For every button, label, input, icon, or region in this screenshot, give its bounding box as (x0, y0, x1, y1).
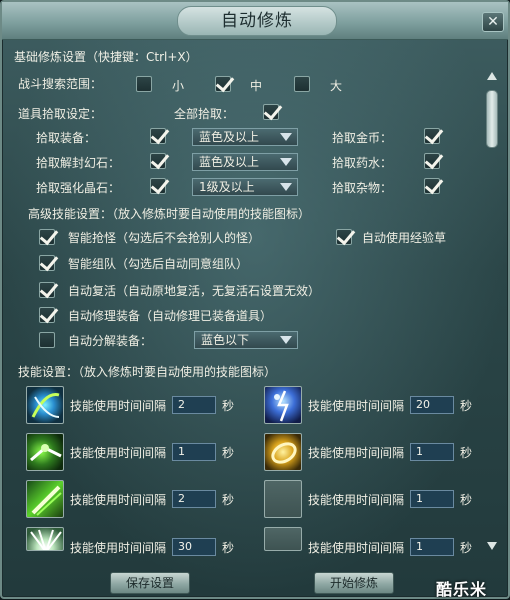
skill-settings-heading: 技能设置：（放入修炼时要自动使用的技能图标） (18, 365, 277, 379)
skill-interval-input[interactable]: 1 (410, 490, 454, 508)
dropdown-arrow-icon (280, 158, 292, 166)
auto-revive-checkbox[interactable] (39, 282, 55, 298)
claw-strike-skill-art (30, 444, 62, 462)
auto-revive-label: 自动复活（自动原地复活，无复活石设置无效） (68, 284, 321, 298)
skill-interval-label: 技能使用时间间隔 (70, 541, 167, 555)
pickup-all-label: 全部拾取： (174, 107, 235, 121)
search-range-label: 战斗搜索范围： (18, 77, 103, 91)
auto-exp-herb-checkbox[interactable] (336, 229, 352, 245)
pickup-crystal-checkbox[interactable] (150, 178, 166, 194)
window-title: 自动修炼 (177, 6, 337, 36)
range-medium-checkbox[interactable] (215, 76, 231, 92)
range-medium-label: 中 (250, 79, 263, 93)
scroll-up-arrow-icon[interactable] (487, 72, 497, 80)
dropdown-value: 1级及以上 (199, 180, 255, 194)
skill-interval-label: 技能使用时间间隔 (308, 541, 405, 555)
smart-grab-checkbox[interactable] (39, 229, 55, 245)
save-settings-button[interactable]: 保存设置 (110, 572, 190, 594)
seconds-unit: 秒 (460, 399, 473, 413)
pickup-unseal-stone-label: 拾取解封幻石： (36, 156, 121, 170)
pickup-misc-label: 拾取杂物： (332, 181, 393, 195)
scroll-down-arrow-icon[interactable] (487, 542, 497, 550)
site-watermark: 酷乐米 (436, 580, 488, 599)
dropdown-arrow-icon (280, 183, 292, 191)
seconds-unit: 秒 (222, 541, 235, 555)
auto-exp-herb-label: 自动使用经验草 (362, 231, 447, 245)
seconds-unit: 秒 (460, 446, 473, 460)
dropdown-arrow-icon (280, 336, 292, 344)
range-large-label: 大 (330, 79, 343, 93)
auto-repair-label: 自动修理装备（自动修理已装备道具） (68, 309, 273, 323)
scrollbar-thumb[interactable] (486, 90, 498, 148)
pickup-all-checkbox[interactable] (263, 104, 279, 120)
wind-blade-skill-icon[interactable] (26, 386, 64, 424)
seconds-unit: 秒 (222, 399, 235, 413)
dropdown-value: 蓝色及以上 (199, 130, 260, 144)
range-small-checkbox[interactable] (136, 76, 152, 92)
advanced-settings-heading: 高级技能设置：（放入修炼时要自动使用的技能图标） (28, 207, 311, 221)
seconds-unit: 秒 (222, 446, 235, 460)
skill-interval-label: 技能使用时间间隔 (308, 399, 405, 413)
skill-interval-label: 技能使用时间间隔 (70, 493, 167, 507)
skill-interval-label: 技能使用时间间隔 (308, 446, 405, 460)
skill-interval-input[interactable]: 2 (172, 396, 216, 414)
skill-interval-label: 技能使用时间间隔 (70, 446, 167, 460)
skill-interval-label: 技能使用时间间隔 (308, 493, 405, 507)
skill-interval-input[interactable]: 20 (410, 396, 454, 414)
auto-cultivate-window: 自动修炼 ✕ 基础修炼设置（快捷键：Ctrl+X） 战斗搜索范围： 小 中 大 … (0, 0, 510, 599)
skill-interval-input[interactable]: 30 (172, 538, 216, 556)
pickup-gold-label: 拾取金币： (332, 131, 393, 145)
skill-interval-input[interactable]: 1 (410, 538, 454, 556)
skill-interval-input[interactable]: 1 (172, 443, 216, 461)
skill-interval-input[interactable]: 1 (410, 443, 454, 461)
smart-team-checkbox[interactable] (39, 255, 55, 271)
smart-grab-label: 智能抢怪（勾选后不会抢别人的怪） (68, 231, 261, 245)
pickup-equip-quality-dropdown[interactable]: 蓝色及以上 (192, 128, 298, 146)
pickup-potion-label: 拾取药水： (332, 156, 393, 170)
golden-ring-skill-icon[interactable] (264, 433, 302, 471)
decompose-quality-dropdown[interactable]: 蓝色以下 (194, 331, 298, 349)
auto-decompose-checkbox[interactable] (39, 332, 55, 348)
pickup-crystal-level-dropdown[interactable]: 1级及以上 (192, 178, 298, 196)
fan-spread-skill-icon[interactable] (26, 527, 64, 551)
auto-repair-checkbox[interactable] (39, 307, 55, 323)
pickup-equip-label: 拾取装备： (36, 131, 97, 145)
claw-strike-skill-icon[interactable] (26, 433, 64, 471)
seconds-unit: 秒 (460, 493, 473, 507)
seconds-unit: 秒 (460, 541, 473, 555)
green-slash-skill-icon[interactable] (26, 480, 64, 518)
close-button[interactable]: ✕ (482, 12, 504, 32)
green-slash-skill-art (31, 485, 62, 516)
empty-skill-slot[interactable] (264, 527, 302, 551)
range-small-label: 小 (172, 79, 185, 93)
dropdown-arrow-icon (280, 133, 292, 141)
pickup-misc-checkbox[interactable] (424, 178, 440, 194)
pickup-crystal-label: 拾取强化晶石： (36, 181, 121, 195)
dropdown-value: 蓝色以下 (201, 333, 250, 347)
skill-interval-label: 技能使用时间间隔 (70, 399, 167, 413)
lightning-warrior-skill-icon[interactable] (264, 386, 302, 424)
basic-settings-heading: 基础修炼设置（快捷键：Ctrl+X） (14, 50, 198, 64)
empty-skill-slot[interactable] (264, 480, 302, 518)
start-cultivate-button[interactable]: 开始修炼 (314, 572, 394, 594)
lightning-warrior-skill-art (274, 390, 289, 422)
wind-blade-skill-art (31, 392, 60, 418)
skill-interval-input[interactable]: 2 (172, 490, 216, 508)
pickup-gold-checkbox[interactable] (424, 128, 440, 144)
auto-decompose-label: 自动分解装备： (68, 334, 153, 348)
pickup-equip-checkbox[interactable] (150, 128, 166, 144)
close-icon: ✕ (487, 14, 499, 30)
fan-spread-skill-art (30, 529, 62, 550)
pickup-unseal-quality-dropdown[interactable]: 蓝色及以上 (192, 153, 298, 171)
smart-team-label: 智能组队（勾选后自动同意组队） (68, 257, 249, 271)
pickup-settings-label: 道具拾取设定： (18, 107, 103, 121)
range-large-checkbox[interactable] (294, 76, 310, 92)
golden-ring-skill-art (271, 442, 297, 464)
title-bar: 自动修炼 ✕ (2, 2, 508, 40)
pickup-unseal-stone-checkbox[interactable] (150, 153, 166, 169)
seconds-unit: 秒 (222, 493, 235, 507)
pickup-potion-checkbox[interactable] (424, 153, 440, 169)
dropdown-value: 蓝色及以上 (199, 155, 260, 169)
